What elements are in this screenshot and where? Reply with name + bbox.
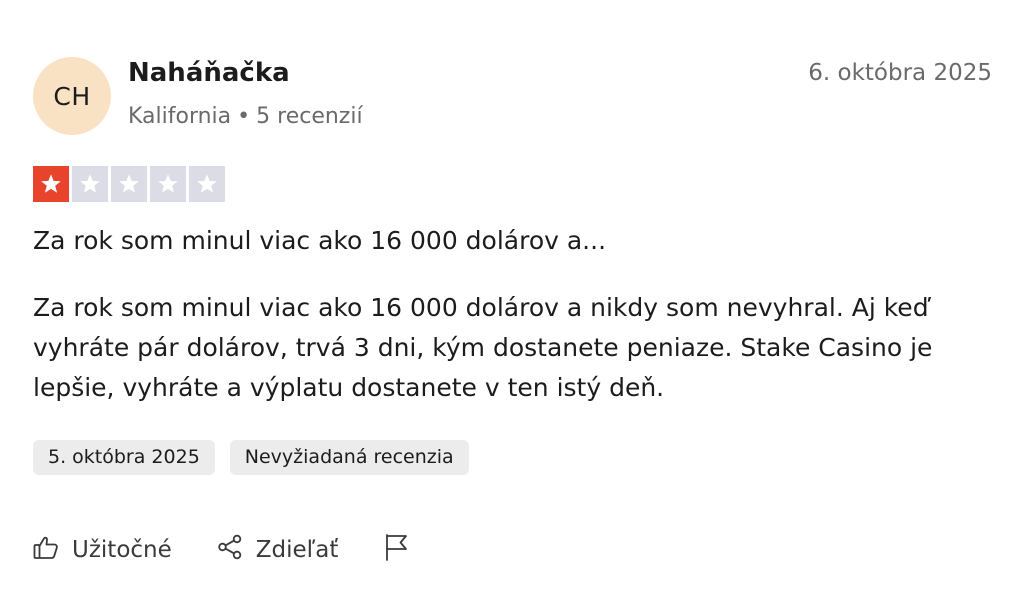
reviewer-review-count: 5 recenzií xyxy=(256,104,363,129)
star-filled-icon xyxy=(33,166,69,202)
useful-label: Užitočné xyxy=(72,537,172,563)
review-title[interactable]: Za rok som minul viac ako 16 000 dolárov… xyxy=(33,226,606,255)
review-card: CH Naháňačka Kalifornia • 5 recenzií 6. ok… xyxy=(0,0,1024,593)
share-label: Zdieľať xyxy=(255,537,339,563)
avatar[interactable]: CH xyxy=(33,57,111,135)
star-empty-icon xyxy=(72,166,108,202)
thumbs-up-icon xyxy=(32,533,60,567)
review-date: 6. októbra 2025 xyxy=(808,60,992,86)
review-tags: 5. októbra 2025 Nevyžiadaná recenzia xyxy=(33,440,469,475)
reviewer-name[interactable]: Naháňačka xyxy=(128,58,290,88)
flag-icon xyxy=(382,532,410,568)
star-rating xyxy=(33,166,225,202)
meta-separator: • xyxy=(237,104,251,129)
reviewer-meta: Kalifornia • 5 recenzií xyxy=(128,104,363,129)
star-empty-icon xyxy=(189,166,225,202)
share-icon xyxy=(216,533,244,567)
star-empty-icon xyxy=(111,166,147,202)
experience-date-badge: 5. októbra 2025 xyxy=(33,440,215,475)
avatar-initials: CH xyxy=(53,81,91,111)
review-actions: Užitočné Zdieľať xyxy=(32,532,454,568)
share-button[interactable]: Zdieľať xyxy=(216,533,339,567)
star-empty-icon xyxy=(150,166,186,202)
review-type-badge: Nevyžiadaná recenzia xyxy=(229,440,469,475)
useful-button[interactable]: Užitočné xyxy=(32,533,172,567)
review-body: Za rok som minul viac ako 16 000 dolárov… xyxy=(33,293,933,402)
reviewer-location: Kalifornia xyxy=(128,104,232,129)
report-button[interactable] xyxy=(382,532,410,568)
